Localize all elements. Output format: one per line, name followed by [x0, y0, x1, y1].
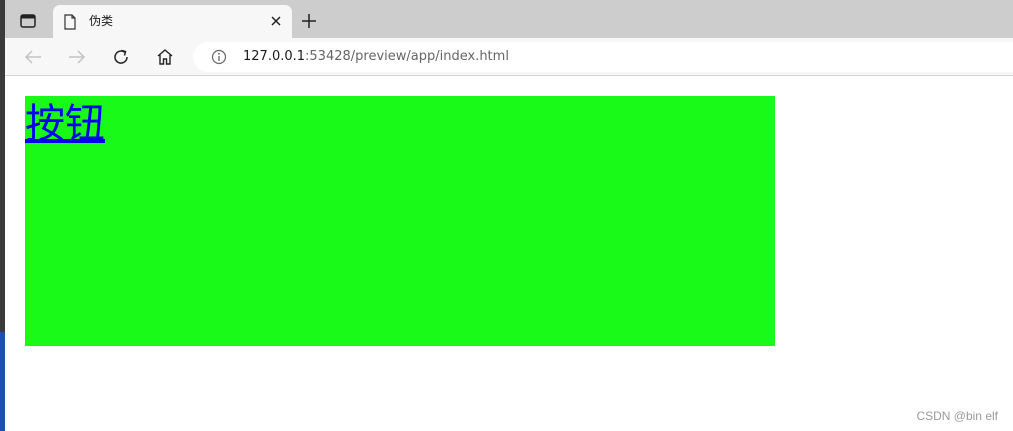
green-box: 按钮: [25, 96, 775, 346]
back-arrow-icon[interactable]: [20, 44, 46, 70]
home-icon[interactable]: [152, 44, 178, 70]
document-icon: [63, 14, 77, 30]
url-host: 127.0.0.1: [243, 49, 306, 64]
browser-tab[interactable]: 伪类: [53, 5, 292, 38]
reload-icon[interactable]: [108, 44, 134, 70]
info-icon[interactable]: [211, 49, 227, 65]
watermark: CSDN @bin elf: [916, 409, 998, 423]
close-icon[interactable]: [268, 13, 284, 29]
page-content: 按钮 CSDN @bin elf: [5, 76, 1013, 431]
forward-arrow-icon[interactable]: [64, 44, 90, 70]
toolbar: 127.0.0.1:53428/preview/app/index.html: [5, 38, 1013, 76]
tab-actions-icon[interactable]: [14, 9, 42, 33]
button-link[interactable]: 按钮: [25, 98, 105, 150]
url-text[interactable]: 127.0.0.1:53428/preview/app/index.html: [243, 49, 509, 65]
plus-icon[interactable]: [298, 10, 320, 32]
address-bar[interactable]: 127.0.0.1:53428/preview/app/index.html: [193, 42, 1013, 72]
browser-window: 伪类 127.0.0.1:53428/preview/app/index.htm…: [5, 0, 1013, 431]
tab-title: 伪类: [89, 14, 114, 28]
tab-strip: 伪类: [5, 0, 1013, 38]
url-path: :53428/preview/app/index.html: [305, 49, 509, 64]
